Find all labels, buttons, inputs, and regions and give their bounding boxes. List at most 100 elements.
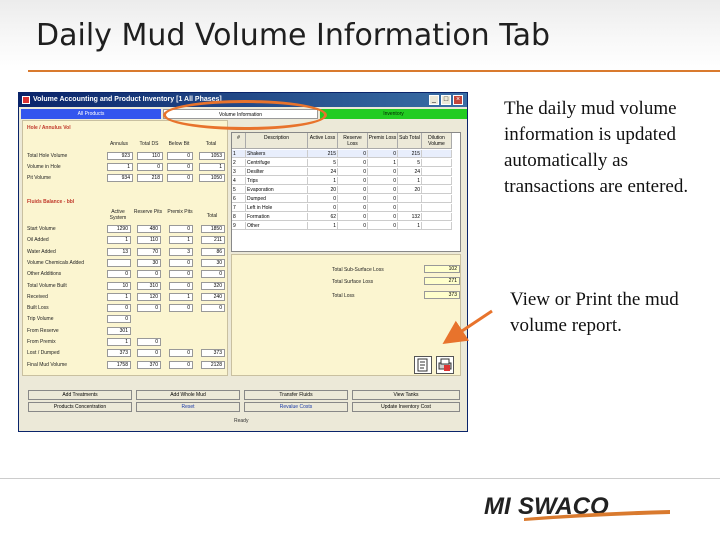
value-cell[interactable]: 1 [107, 163, 133, 171]
value-cell[interactable]: 0 [169, 304, 193, 313]
value-cell[interactable] [107, 258, 131, 267]
value-cell[interactable]: 1758 [107, 360, 131, 369]
value-cell[interactable]: 373 [201, 349, 225, 358]
loss-value-cell[interactable]: 20 [308, 186, 338, 194]
loss-value-cell[interactable]: 5 [232, 186, 246, 194]
value-cell[interactable]: 1 [107, 292, 131, 301]
loss-value-cell[interactable]: 1 [398, 177, 422, 185]
update-inventory-cost-button[interactable]: Update Inventory Cost [352, 402, 460, 412]
products-concentration-button[interactable]: Products Concentration [28, 402, 132, 412]
tab-all-products[interactable]: All Products [21, 109, 161, 119]
value-cell[interactable]: 0 [169, 360, 193, 369]
minimize-button[interactable]: _ [429, 95, 439, 105]
value-cell[interactable]: 373 [107, 349, 131, 358]
value-cell[interactable]: 301 [107, 326, 131, 335]
value-cell[interactable]: 0 [169, 281, 193, 290]
value-cell[interactable]: 0 [169, 225, 193, 233]
value-cell[interactable]: 1 [199, 163, 225, 171]
loss-value-cell[interactable]: 0 [368, 186, 398, 194]
value-cell[interactable]: 1290 [107, 225, 131, 233]
loss-value-cell[interactable] [422, 186, 452, 194]
loss-value-cell[interactable]: 0 [308, 195, 338, 203]
loss-value-cell[interactable]: 62 [308, 213, 338, 221]
value-cell[interactable]: 70 [137, 247, 161, 256]
loss-value-cell[interactable]: 0 [338, 159, 368, 167]
grid-column-header[interactable]: Description [246, 133, 308, 149]
loss-value-cell[interactable]: 0 [368, 177, 398, 185]
revalue-costs-button[interactable]: Revalue Costs [244, 402, 348, 412]
value-cell[interactable]: 0 [107, 304, 131, 313]
loss-value-cell[interactable]: 8 [232, 213, 246, 221]
loss-value-cell[interactable]: 2 [232, 159, 246, 167]
loss-value-cell[interactable]: 0 [338, 222, 368, 230]
value-cell[interactable]: 1053 [199, 152, 225, 160]
value-cell[interactable]: 370 [137, 360, 161, 369]
value-cell[interactable]: 110 [137, 152, 163, 160]
value-cell[interactable]: 0 [137, 338, 161, 346]
loss-value-cell[interactable]: 0 [338, 195, 368, 203]
loss-value-cell[interactable]: 0 [338, 177, 368, 185]
grid-column-header[interactable]: Dilution Volume [422, 133, 452, 149]
value-cell[interactable]: 923 [107, 152, 133, 160]
loss-value-cell[interactable]: 0 [338, 150, 368, 158]
value-cell[interactable]: 0 [137, 304, 161, 313]
value-cell[interactable]: 0 [137, 163, 163, 171]
loss-value-cell[interactable]: 215 [398, 150, 422, 158]
loss-description-cell[interactable]: Shakers [246, 150, 308, 158]
print-report-icon[interactable] [436, 356, 454, 374]
loss-value-cell[interactable] [422, 168, 452, 176]
value-cell[interactable]: 211 [201, 236, 225, 245]
loss-value-cell[interactable]: 0 [368, 204, 398, 212]
grid-column-header[interactable]: Sub Total [398, 133, 422, 149]
loss-value-cell[interactable] [422, 177, 452, 185]
value-cell[interactable]: 0 [169, 258, 193, 267]
loss-value-cell[interactable]: 4 [232, 177, 246, 185]
loss-description-cell[interactable]: Trips [246, 177, 308, 185]
value-cell[interactable]: 1 [169, 292, 193, 301]
reset-button[interactable]: Reset [136, 402, 240, 412]
loss-value-cell[interactable]: 0 [308, 204, 338, 212]
loss-value-cell[interactable]: 3 [232, 168, 246, 176]
value-cell[interactable]: 0 [137, 270, 161, 279]
loss-value-cell[interactable]: 24 [398, 168, 422, 176]
loss-description-cell[interactable]: Desilter [246, 168, 308, 176]
value-cell[interactable]: 86 [201, 247, 225, 256]
value-cell[interactable]: 480 [137, 225, 161, 233]
view-tanks-button[interactable]: View Tanks [352, 390, 460, 400]
loss-value-cell[interactable] [422, 150, 452, 158]
loss-value-cell[interactable]: 6 [232, 195, 246, 203]
value-cell[interactable]: 218 [137, 174, 163, 182]
loss-description-cell[interactable]: Evaporation [246, 186, 308, 194]
value-cell[interactable]: 0 [107, 270, 131, 279]
grid-column-header[interactable]: Active Loss [308, 133, 338, 149]
view-report-icon[interactable] [414, 356, 432, 374]
value-cell[interactable]: 1 [169, 236, 193, 245]
value-cell[interactable]: 240 [201, 292, 225, 301]
loss-description-cell[interactable]: Left in Hole [246, 204, 308, 212]
grid-column-header[interactable]: Reserve Loss [338, 133, 368, 149]
loss-value-cell[interactable]: 0 [338, 186, 368, 194]
value-cell[interactable]: 120 [137, 292, 161, 301]
loss-value-cell[interactable]: 0 [368, 195, 398, 203]
loss-value-cell[interactable]: 24 [308, 168, 338, 176]
value-cell[interactable]: 13 [107, 247, 131, 256]
close-button[interactable]: × [453, 95, 463, 105]
value-cell[interactable]: 10 [107, 281, 131, 290]
add-treatments-button[interactable]: Add Treatments [28, 390, 132, 400]
value-cell[interactable]: 110 [137, 236, 161, 245]
loss-value-cell[interactable] [422, 195, 452, 203]
loss-value-cell[interactable]: 132 [398, 213, 422, 221]
loss-value-cell[interactable] [422, 204, 452, 212]
value-cell[interactable]: 1 [107, 236, 131, 245]
loss-value-cell[interactable]: 1 [308, 222, 338, 230]
loss-value-cell[interactable] [422, 222, 452, 230]
value-cell[interactable]: 30 [201, 258, 225, 267]
loss-value-cell[interactable]: 0 [338, 213, 368, 221]
value-cell[interactable]: 1850 [201, 225, 225, 233]
loss-description-cell[interactable]: Dumped [246, 195, 308, 203]
value-cell[interactable]: 0 [167, 163, 193, 171]
value-cell[interactable]: 320 [201, 281, 225, 290]
loss-value-cell[interactable]: 20 [398, 186, 422, 194]
transfer-fluids-button[interactable]: Transfer Fluids [244, 390, 348, 400]
loss-value-cell[interactable]: 9 [232, 222, 246, 230]
